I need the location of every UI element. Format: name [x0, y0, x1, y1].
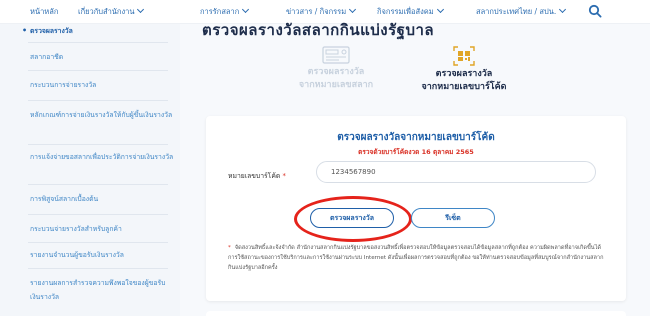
draw-date-notice: ตรวจด้วยบาร์โค้ดงวด 16 ตุลาคม 2565	[358, 148, 474, 156]
nav-lottery[interactable]: การรักสลาก	[200, 5, 250, 18]
sidebar-item-label: การแจ้งจ่ายขอสลากเพื่อประวัติการจ่ายเงิน…	[30, 153, 174, 161]
lottery-ticket-icon	[322, 46, 350, 64]
reset-button[interactable]: รีเซ็ต	[411, 208, 495, 228]
nav-news[interactable]: ข่าวสาร / กิจกรรม	[286, 5, 357, 18]
bullet-icon: •	[22, 26, 28, 35]
barcode-check-form: ตรวจผลรางวัลจากหมายเลขบาร์โค้ด ตรวจด้วยบ…	[206, 116, 626, 301]
tab-label-line2: จากหมายเลขสลาก	[298, 80, 374, 90]
disclaimer-note: * จัดสงวนสิทธิ์และจ้งจำกัด สำนักงานสลากกิ…	[228, 243, 608, 273]
nav-social-label: กิจกรรมเพื่อสังคม	[377, 7, 434, 16]
chevron-down-icon	[559, 5, 567, 14]
sidebar-item-payment-notice[interactable]: การแจ้งจ่ายขอสลากเพื่อประวัติการจ่ายเงิน…	[30, 150, 175, 164]
divider	[28, 100, 168, 101]
nav-office[interactable]: สลากประเทศไทย / สปน.	[476, 5, 567, 18]
sidebar-item-lottery-type[interactable]: สลากอาชีด	[30, 50, 175, 64]
sidebar-item-check-results[interactable]: • ตรวจผลรางวัล	[22, 24, 175, 38]
tab-check-by-lottery-number[interactable]: ตรวจผลรางวัล จากหมายเลขสลาก	[276, 44, 396, 92]
chevron-down-icon	[137, 5, 145, 14]
check-results-button[interactable]: ตรวจผลรางวัล	[310, 208, 394, 228]
nav-office-label: สลากประเทศไทย / สปน.	[476, 7, 557, 16]
nav-about[interactable]: เกี่ยวกับสำนักงาน	[78, 5, 145, 18]
barcode-input[interactable]	[316, 161, 596, 183]
disclaimer-text: จัดสงวนสิทธิ์และจ้งจำกัด สำนักงานสลากกิน…	[228, 245, 604, 271]
tab-label-line1: ตรวจผลรางวัล	[435, 69, 493, 79]
sidebar-item-label: รายงานจำนวนผู้ขอรับเงินรางวัล	[30, 251, 124, 259]
secondary-card	[206, 311, 626, 316]
sidebar-item-verification[interactable]: การพิสูจน์สลากเบื้องต้น	[30, 192, 175, 206]
chevron-down-icon	[436, 5, 444, 14]
chevron-down-icon	[242, 5, 250, 14]
sidebar-item-payment-process[interactable]: กระบวนการจ่ายรางวัล	[30, 78, 175, 92]
sidebar-item-satisfaction-report[interactable]: รายงานผลการสำรวจความพึงพอใจของผู้ขอรับเง…	[30, 276, 175, 304]
page-title: ตรวจผลรางวัลสลากกินแบ่งรัฐบาล	[202, 21, 435, 39]
sidebar-item-label: ตรวจผลรางวัล	[30, 27, 73, 35]
qr-code-icon	[453, 46, 475, 66]
nav-news-label: ข่าวสาร / กิจกรรม	[286, 7, 347, 16]
required-mark: *	[282, 172, 286, 180]
divider	[28, 42, 168, 43]
sidebar-item-label: กระบวนจ่ายรางวัลสำหรับลูกค้า	[30, 225, 122, 233]
barcode-field-label-text: หมายเลขบาร์โค้ด	[228, 172, 281, 180]
chevron-down-icon	[349, 5, 357, 14]
sidebar-item-label: การพิสูจน์สลากเบื้องต้น	[30, 195, 99, 203]
sidebar-item-label: สลากอาชีด	[30, 53, 64, 61]
divider	[28, 184, 168, 185]
divider	[28, 242, 168, 243]
divider	[28, 144, 168, 145]
sidebar-item-label: หลักเกณฑ์การจ่ายเงินรางวัลให้กับผู้ขึ้นเ…	[30, 111, 173, 119]
main-content: ตรวจผลรางวัลสลากกินแบ่งรัฐบาล ตรวจผลรางว…	[180, 21, 650, 316]
nav-social[interactable]: กิจกรรมเพื่อสังคม	[377, 5, 444, 18]
form-title: ตรวจผลรางวัลจากหมายเลขบาร์โค้ด	[337, 132, 495, 143]
divider	[28, 214, 168, 215]
sidebar-item-payment-criteria[interactable]: หลักเกณฑ์การจ่ายเงินรางวัลให้กับผู้ขึ้นเ…	[30, 108, 175, 122]
nav-home[interactable]: หน้าหลัก	[30, 6, 58, 18]
divider	[28, 70, 168, 71]
tab-label-line1: ตรวจผลรางวัล	[307, 67, 365, 77]
tab-label-line2: จากหมายเลขบาร์โค้ด	[421, 82, 507, 92]
sidebar-item-label: กระบวนการจ่ายรางวัล	[30, 81, 97, 89]
nav-about-label: เกี่ยวกับสำนักงาน	[78, 7, 135, 16]
tab-check-by-barcode[interactable]: ตรวจผลรางวัล จากหมายเลขบาร์โค้ด	[404, 44, 524, 94]
sidebar-item-claimant-report[interactable]: รายงานจำนวนผู้ขอรับเงินรางวัล	[30, 248, 175, 262]
sidebar-item-customer-payment[interactable]: กระบวนจ่ายรางวัลสำหรับลูกค้า	[30, 222, 175, 236]
barcode-field-label: หมายเลขบาร์โค้ด *	[228, 170, 286, 181]
divider	[28, 268, 168, 269]
nav-lottery-label: การรักสลาก	[200, 7, 240, 16]
sidebar-item-label: รายงานผลการสำรวจความพึงพอใจของผู้ขอรับเง…	[30, 279, 166, 301]
sidebar: • ตรวจผลรางวัล สลากอาชีด กระบวนการจ่ายราง…	[0, 24, 180, 316]
note-asterisk: *	[228, 245, 231, 251]
search-icon[interactable]	[588, 4, 602, 18]
